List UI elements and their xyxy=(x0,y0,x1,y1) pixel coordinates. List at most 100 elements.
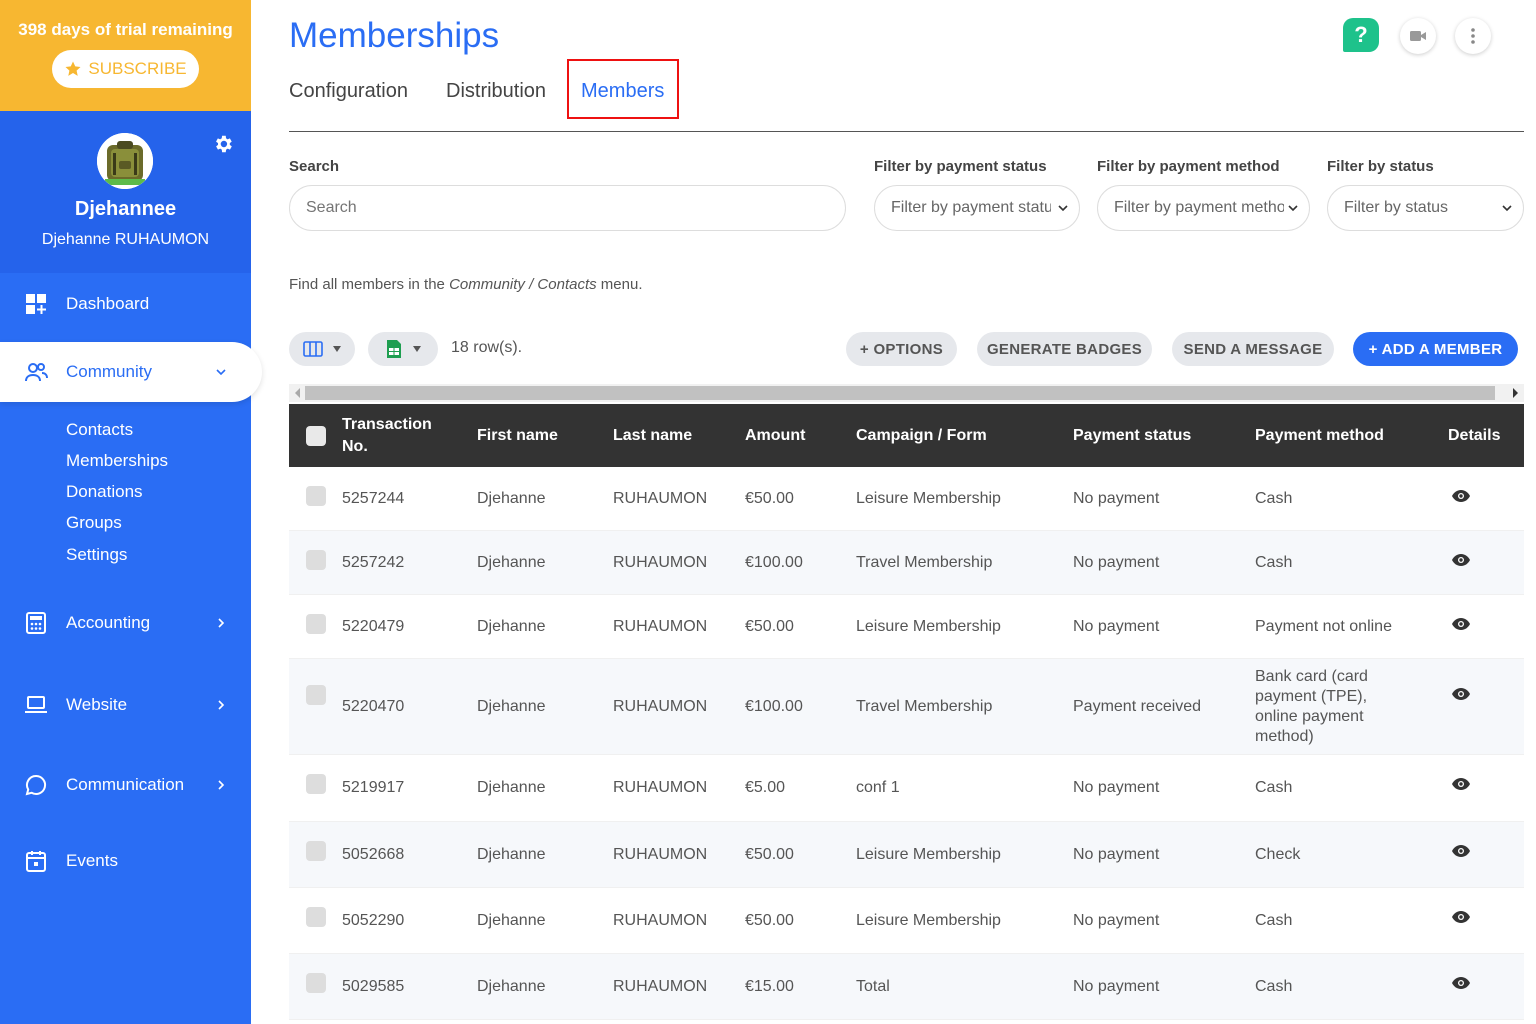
cell-amount: €50.00 xyxy=(745,845,794,863)
cell-payment-status: No payment xyxy=(1073,977,1160,995)
cell-amount: €50.00 xyxy=(745,489,794,507)
generate-badges-button[interactable]: GENERATE BADGES xyxy=(977,332,1152,366)
status-select[interactable]: Filter by status xyxy=(1327,185,1524,231)
col-payment-status[interactable]: Payment status xyxy=(1073,404,1191,467)
nav-communication[interactable]: Communication xyxy=(0,759,251,811)
row-checkbox[interactable] xyxy=(306,973,326,993)
rows-count: 18 row(s). xyxy=(451,339,523,356)
cell-last-name: RUHAUMON xyxy=(613,977,708,995)
row-checkbox-cell xyxy=(306,888,326,953)
details-cell xyxy=(1452,822,1470,887)
select-all-checkbox[interactable] xyxy=(306,425,326,446)
people-icon xyxy=(25,363,48,382)
sidebar-item-settings[interactable]: Settings xyxy=(66,545,127,565)
sidebar-item-groups[interactable]: Groups xyxy=(66,513,122,533)
table-row[interactable]: 5220470 Djehanne RUHAUMON €100.00 Travel Mem… xyxy=(289,659,1524,755)
table-row[interactable]: 5257242 Djehanne RUHAUMON €100.00 Travel Mem… xyxy=(289,531,1524,595)
dashboard-icon xyxy=(26,294,46,314)
eye-icon[interactable] xyxy=(1452,617,1470,631)
table-row[interactable]: 5029585 Djehanne RUHAUMON €15.00 Total No pay… xyxy=(289,954,1524,1020)
col-amount[interactable]: Amount xyxy=(745,404,805,467)
cell-campaign-form: Leisure Membership xyxy=(856,911,1001,929)
cell-amount: €100.00 xyxy=(745,553,803,571)
eye-icon[interactable] xyxy=(1452,553,1470,567)
row-checkbox[interactable] xyxy=(306,614,326,634)
nav-website[interactable]: Website xyxy=(0,679,251,731)
laptop-icon xyxy=(25,696,47,713)
nav-dashboard[interactable]: Dashboard xyxy=(0,278,251,330)
col-campaign-form[interactable]: Campaign / Form xyxy=(856,404,987,467)
row-checkbox[interactable] xyxy=(306,774,326,794)
more-vertical-icon[interactable] xyxy=(1455,18,1491,54)
nav-accounting-label: Accounting xyxy=(66,613,151,632)
payment-method-select[interactable]: Filter by payment method xyxy=(1097,185,1310,231)
row-checkbox[interactable] xyxy=(306,841,326,861)
status-select-value: Filter by status xyxy=(1344,199,1449,216)
cell-transaction-no: 5257242 xyxy=(342,553,405,571)
scrollbar-thumb[interactable] xyxy=(305,386,1495,400)
table-row[interactable]: 5257244 Djehanne RUHAUMON €50.00 Leisure Mem… xyxy=(289,467,1524,531)
row-checkbox[interactable] xyxy=(306,685,326,705)
table-header: Transaction No. First name Last name Amo… xyxy=(289,404,1524,467)
help-icon[interactable]: ? xyxy=(1343,18,1379,52)
col-payment-method[interactable]: Payment method xyxy=(1255,404,1384,467)
cell-first-name: Djehanne xyxy=(477,553,546,571)
options-button[interactable]: + OPTIONS xyxy=(846,332,957,366)
cell-last-name: RUHAUMON xyxy=(613,697,708,715)
eye-icon[interactable] xyxy=(1452,844,1470,858)
scroll-left-icon[interactable] xyxy=(295,388,300,398)
row-checkbox[interactable] xyxy=(306,486,326,506)
gear-icon[interactable] xyxy=(212,133,234,155)
payment-status-select-value: Filter by payment status xyxy=(891,199,1051,216)
video-camera-icon[interactable] xyxy=(1400,18,1436,54)
eye-icon[interactable] xyxy=(1452,489,1470,503)
add-member-button[interactable]: + ADD A MEMBER xyxy=(1353,332,1518,366)
scroll-right-icon[interactable] xyxy=(1513,388,1518,398)
col-details[interactable]: Details xyxy=(1448,404,1500,467)
columns-toggle-button[interactable] xyxy=(289,332,355,366)
table-row[interactable]: 5052290 Djehanne RUHAUMON €50.00 Leisure Mem… xyxy=(289,888,1524,954)
payment-status-select[interactable]: Filter by payment status xyxy=(874,185,1080,231)
cell-payment-status: No payment xyxy=(1073,489,1160,507)
nav-accounting[interactable]: Accounting xyxy=(0,597,251,649)
col-transaction-no[interactable]: Transaction No. xyxy=(342,404,452,467)
chevron-down-icon xyxy=(1288,205,1298,212)
cell-transaction-no: 5219917 xyxy=(342,779,405,796)
table-row[interactable]: 5219917 Djehanne RUHAUMON €5.00 conf 1 No pay… xyxy=(289,755,1524,822)
tab-configuration[interactable]: Configuration xyxy=(289,80,408,103)
cell-payment-method: Bank card (card payment (TPE), online pa… xyxy=(1255,667,1368,745)
avatar[interactable] xyxy=(97,133,153,189)
search-input[interactable] xyxy=(289,185,846,231)
col-last-name[interactable]: Last name xyxy=(613,404,692,467)
profile-name: Djehannee xyxy=(74,198,177,220)
nav-events[interactable]: Events xyxy=(0,835,251,887)
cell-payment-method: Cash xyxy=(1255,779,1293,796)
eye-icon[interactable] xyxy=(1452,976,1470,990)
nav-community[interactable]: Community xyxy=(0,342,262,402)
details-cell xyxy=(1452,888,1470,953)
eye-icon[interactable] xyxy=(1452,910,1470,924)
sidebar-item-donations[interactable]: Donations xyxy=(66,482,143,502)
backpack-icon xyxy=(97,133,153,189)
tab-distribution[interactable]: Distribution xyxy=(446,80,546,103)
cell-amount: €50.00 xyxy=(745,617,794,635)
chevron-down-icon xyxy=(1058,205,1068,212)
subscribe-button[interactable]: SUBSCRIBE xyxy=(52,50,199,88)
row-checkbox[interactable] xyxy=(306,907,326,927)
sidebar-item-contacts[interactable]: Contacts xyxy=(66,420,133,440)
sidebar-item-memberships[interactable]: Memberships xyxy=(66,451,168,471)
export-button[interactable] xyxy=(368,332,438,366)
cell-last-name: RUHAUMON xyxy=(613,779,708,796)
horizontal-scrollbar[interactable] xyxy=(289,384,1524,402)
cell-transaction-no: 5257244 xyxy=(342,489,405,507)
send-message-button[interactable]: SEND A MESSAGE xyxy=(1172,332,1334,366)
info-suffix: menu. xyxy=(596,276,643,293)
chat-icon xyxy=(25,774,47,796)
row-checkbox[interactable] xyxy=(306,550,326,570)
eye-icon[interactable] xyxy=(1452,687,1470,701)
eye-icon[interactable] xyxy=(1452,777,1470,791)
cell-campaign-form: Travel Membership xyxy=(856,553,993,571)
col-first-name[interactable]: First name xyxy=(477,404,558,467)
table-row[interactable]: 5052668 Djehanne RUHAUMON €50.00 Leisure Mem… xyxy=(289,822,1524,888)
table-row[interactable]: 5220479 Djehanne RUHAUMON €50.00 Leisure Mem… xyxy=(289,595,1524,659)
